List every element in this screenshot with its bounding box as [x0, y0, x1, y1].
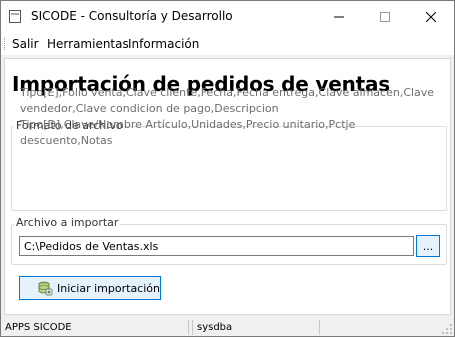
start-import-button[interactable]: Iniciar importación	[19, 276, 161, 300]
file-group-label: Archivo a importar	[14, 216, 121, 229]
status-user: sysdba	[192, 320, 320, 335]
menu-item-salir[interactable]: Salir	[12, 37, 39, 51]
window-title: SICODE - Consultoría y Desarrollo	[31, 9, 233, 23]
menu-grip	[4, 37, 7, 50]
maximize-button[interactable]	[362, 1, 408, 32]
close-button[interactable]	[408, 1, 454, 32]
format-line: vendedor,Clave condicion de pago,Descrip…	[20, 102, 279, 115]
format-description: Tipo[E],Folio venta,Clave cliente,Fecha,…	[20, 85, 440, 149]
title-bar[interactable]: SICODE - Consultoría y Desarrollo	[1, 1, 454, 32]
status-app: APPS SICODE	[1, 320, 189, 335]
format-line: Tipo[D],Clave/Nombre Artículo,Unidades,P…	[20, 118, 356, 147]
menu-item-herramientas[interactable]: Herramientas	[47, 37, 129, 51]
menu-bar: Salir Herramientas Información	[1, 32, 454, 55]
browse-button[interactable]: ...	[416, 235, 440, 257]
status-bar: APPS SICODE sysdba	[1, 319, 454, 336]
minimize-button[interactable]	[316, 1, 362, 32]
main-window: SICODE - Consultoría y Desarrollo Salir …	[0, 0, 455, 337]
minimize-icon	[334, 16, 344, 17]
app-icon	[9, 10, 21, 23]
database-import-icon	[38, 281, 53, 296]
menu-item-informacion[interactable]: Información	[128, 37, 199, 51]
resize-grip-icon[interactable]	[441, 323, 453, 335]
start-import-label: Iniciar importación	[56, 281, 160, 295]
maximize-icon	[380, 11, 390, 22]
format-line: Tipo[E],Folio venta,Clave cliente,Fecha,…	[20, 86, 435, 99]
file-path-input[interactable]	[19, 236, 414, 256]
close-icon	[426, 11, 436, 22]
